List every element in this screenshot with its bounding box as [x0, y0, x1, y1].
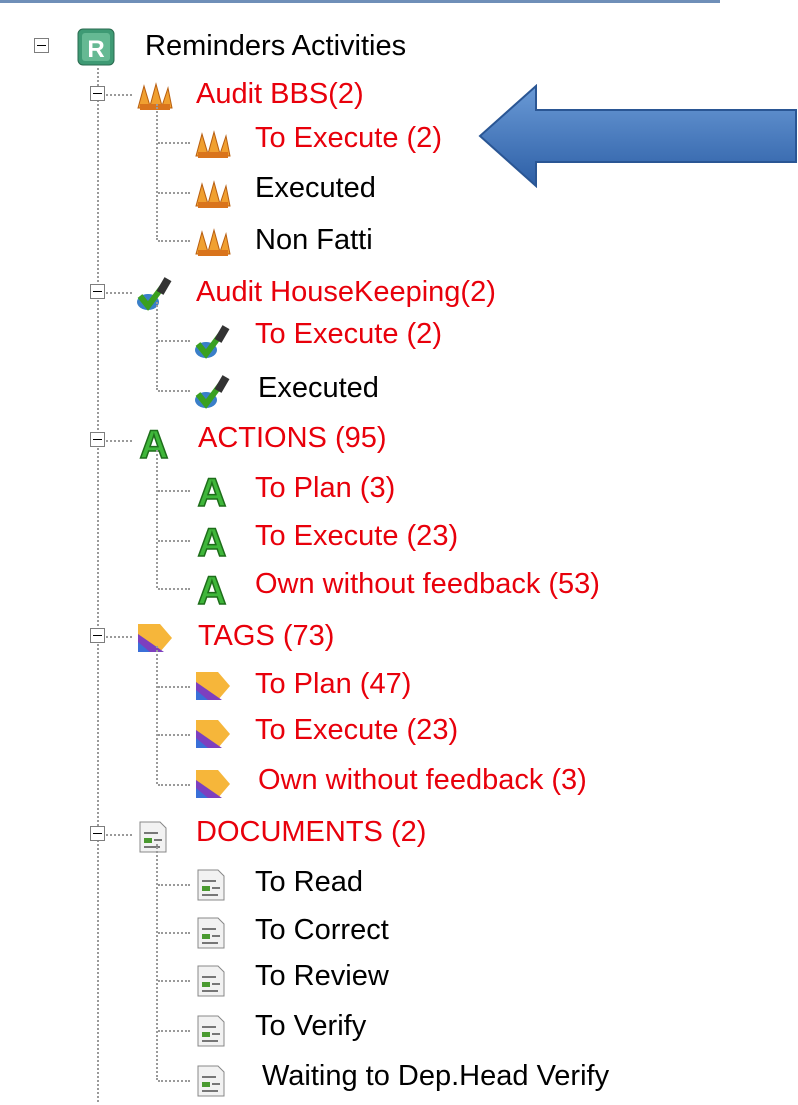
reminders-r-icon: R	[77, 28, 115, 66]
tree-line	[97, 68, 99, 1102]
housekeeping-icon	[134, 276, 172, 312]
document-icon	[192, 914, 228, 950]
svg-text:A: A	[140, 424, 169, 462]
root-label[interactable]: Reminders Activities	[145, 30, 406, 62]
svg-text:A: A	[198, 472, 227, 510]
tree-item-label[interactable]: To Execute (2)	[255, 318, 442, 350]
actions-a-icon: A	[192, 470, 228, 516]
tree-line	[158, 884, 190, 886]
document-icon	[192, 1062, 228, 1098]
actions-a-icon: A	[192, 520, 228, 566]
tree-line	[158, 390, 190, 392]
tree-line	[158, 784, 190, 786]
document-icon	[192, 962, 228, 998]
document-icon	[192, 866, 228, 902]
svg-text:A: A	[198, 522, 227, 560]
tree-line	[106, 440, 132, 442]
tree-line	[156, 646, 158, 784]
tree-line	[156, 450, 158, 588]
actions-a-icon: A	[192, 568, 228, 614]
tree-line	[158, 1080, 190, 1082]
tree-line	[158, 490, 190, 492]
tree-item-label[interactable]: Executed	[258, 372, 379, 404]
tree-line	[158, 192, 190, 194]
tree-item-label[interactable]: To Execute (23)	[255, 714, 458, 746]
tree-item-label[interactable]: Waiting to Dep.Head Verify	[262, 1060, 609, 1092]
tree-line	[158, 540, 190, 542]
collapse-audit-bbs-button[interactable]	[90, 86, 105, 101]
tree-line	[158, 588, 190, 590]
tree-line	[106, 292, 132, 294]
tree-line	[156, 844, 158, 1080]
tree-item-label[interactable]: To Execute (2)	[255, 122, 442, 154]
audit-bbs-icon	[192, 224, 231, 260]
tree-item-label[interactable]: To Review	[255, 960, 389, 992]
tree-line	[106, 94, 132, 96]
tag-icon	[192, 766, 230, 802]
svg-text:A: A	[198, 570, 227, 608]
pointer-arrow-icon	[478, 84, 797, 188]
tree-item-label[interactable]: To Read	[255, 866, 363, 898]
tree-item-label[interactable]: To Correct	[255, 914, 389, 946]
tree-item-label[interactable]: Non Fatti	[255, 224, 373, 256]
tree-line	[106, 834, 132, 836]
audit-bbs-icon	[134, 78, 173, 114]
audit-bbs-icon	[192, 176, 231, 212]
tree-line	[158, 932, 190, 934]
tree-line	[158, 1030, 190, 1032]
tree-item-label[interactable]: Own without feedback (53)	[255, 568, 600, 600]
tree-item-label[interactable]: Own without feedback (3)	[258, 764, 587, 796]
tree-line	[158, 240, 190, 242]
collapse-tags-button[interactable]	[90, 628, 105, 643]
group-label[interactable]: Audit HouseKeeping(2)	[196, 276, 496, 308]
group-label[interactable]: TAGS (73)	[198, 620, 334, 652]
actions-a-icon: A	[134, 422, 170, 468]
top-border	[0, 0, 720, 3]
tag-icon	[192, 668, 230, 704]
tag-icon	[192, 716, 230, 752]
tree-line	[156, 104, 158, 240]
tag-icon	[134, 620, 172, 656]
tree-line	[158, 686, 190, 688]
housekeeping-icon	[192, 374, 230, 410]
tree-item-label[interactable]: To Plan (47)	[255, 668, 411, 700]
tree-item-label[interactable]: Executed	[255, 172, 376, 204]
housekeeping-icon	[192, 324, 230, 360]
collapse-actions-button[interactable]	[90, 432, 105, 447]
tree-line	[158, 340, 190, 342]
group-label[interactable]: ACTIONS (95)	[198, 422, 387, 454]
audit-bbs-icon	[192, 126, 231, 162]
tree-line	[158, 734, 190, 736]
collapse-root-button[interactable]	[34, 38, 49, 53]
tree-item-label[interactable]: To Execute (23)	[255, 520, 458, 552]
collapse-documents-button[interactable]	[90, 826, 105, 841]
tree-line	[158, 980, 190, 982]
document-icon	[134, 818, 170, 854]
tree-line	[106, 636, 132, 638]
tree-item-label[interactable]: To Plan (3)	[255, 472, 395, 504]
tree-line	[156, 302, 158, 390]
collapse-housekeeping-button[interactable]	[90, 284, 105, 299]
group-label[interactable]: DOCUMENTS (2)	[196, 816, 426, 848]
tree-line	[158, 142, 190, 144]
tree-item-label[interactable]: To Verify	[255, 1010, 366, 1042]
document-icon	[192, 1012, 228, 1048]
group-label[interactable]: Audit BBS(2)	[196, 78, 364, 110]
svg-text:R: R	[87, 36, 104, 63]
